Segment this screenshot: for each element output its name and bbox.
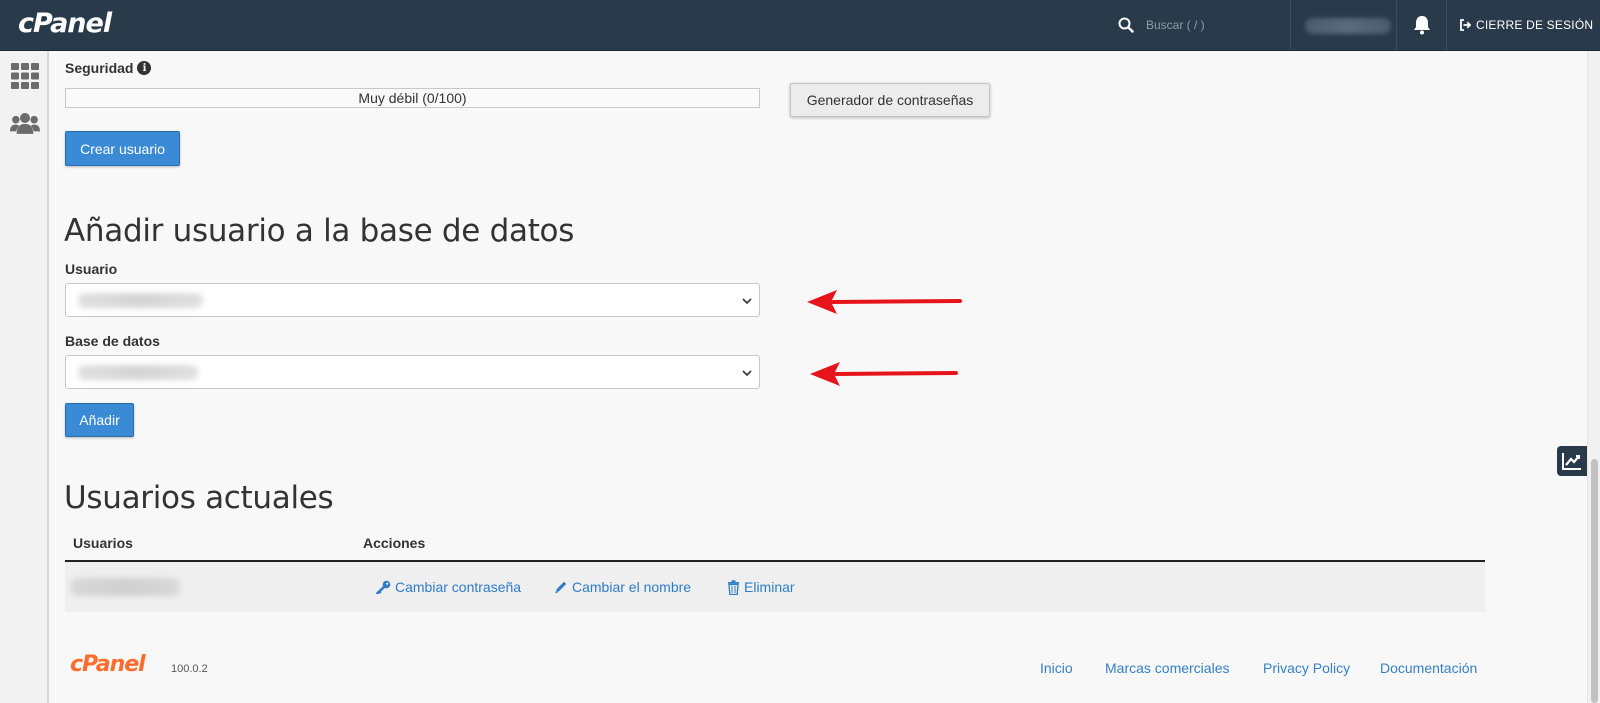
password-generator-button[interactable]: Generador de contraseñas [790,83,990,117]
username-menu[interactable] [1305,18,1391,34]
database-select-label: Base de datos [65,333,160,349]
search-box[interactable] [1118,0,1288,50]
divider [1446,0,1447,50]
selected-user-value [78,293,203,308]
column-header-users: Usuarios [73,535,133,551]
users-icon[interactable] [10,109,40,137]
info-icon[interactable]: i [137,61,152,75]
footer-link-home[interactable]: Inicio [1040,660,1073,676]
trash-icon [728,579,739,595]
scrollbar-thumb[interactable] [1591,459,1598,703]
annotation-arrow-icon [807,290,962,314]
chevron-down-icon [741,295,753,307]
table-header: Usuarios Acciones [65,532,1485,562]
bell-icon[interactable] [1412,14,1432,36]
current-users-heading: Usuarios actuales [64,480,334,516]
table-row: Cambiar contraseña Cambiar el nombre Eli… [65,562,1485,612]
logout-icon [1460,19,1471,31]
logout-label: CIERRE DE SESIÓN [1476,18,1594,32]
sidebar [0,51,49,703]
top-bar: cPanel CIERRE DE SESIÓN [0,0,1600,51]
column-header-actions: Acciones [363,535,426,551]
footer-link-documentation[interactable]: Documentación [1380,660,1477,676]
stats-toggle-button[interactable] [1557,446,1587,476]
change-password-link[interactable]: Cambiar contraseña [376,562,521,612]
chart-line-icon [1562,453,1581,470]
add-button[interactable]: Añadir [65,403,134,437]
cpanel-logo[interactable]: cPanel [18,8,112,39]
rename-link[interactable]: Cambiar el nombre [554,562,691,612]
database-select[interactable] [65,355,760,389]
grid-icon[interactable] [10,62,40,90]
chevron-down-icon [741,367,753,379]
footer-cpanel-logo[interactable]: cPanel [70,652,146,677]
users-table: Usuarios Acciones Cambiar contraseña Cam… [65,532,1485,612]
divider [1290,0,1291,50]
user-select-label: Usuario [65,261,118,277]
annotation-arrow-icon [810,362,958,386]
add-user-to-db-heading: Añadir usuario a la base de datos [64,213,575,249]
create-user-button[interactable]: Crear usuario [65,131,180,166]
user-select[interactable] [65,283,760,317]
username-cell [70,578,180,596]
key-icon [376,580,391,594]
footer-link-trademarks[interactable]: Marcas comerciales [1105,660,1229,676]
search-icon [1118,17,1134,33]
search-input[interactable] [1146,18,1266,32]
selected-database-value [78,365,198,380]
divider [1396,0,1397,50]
security-label: Seguridad i [65,60,152,76]
pencil-icon [555,581,567,594]
logout-button[interactable]: CIERRE DE SESIÓN [1459,0,1593,50]
footer-link-privacy[interactable]: Privacy Policy [1263,660,1350,676]
password-strength-meter: Muy débil (0/100) [65,88,760,108]
delete-link[interactable]: Eliminar [727,562,795,612]
page-scrollbar[interactable] [1587,51,1600,703]
version-label: 100.0.2 [171,663,208,675]
